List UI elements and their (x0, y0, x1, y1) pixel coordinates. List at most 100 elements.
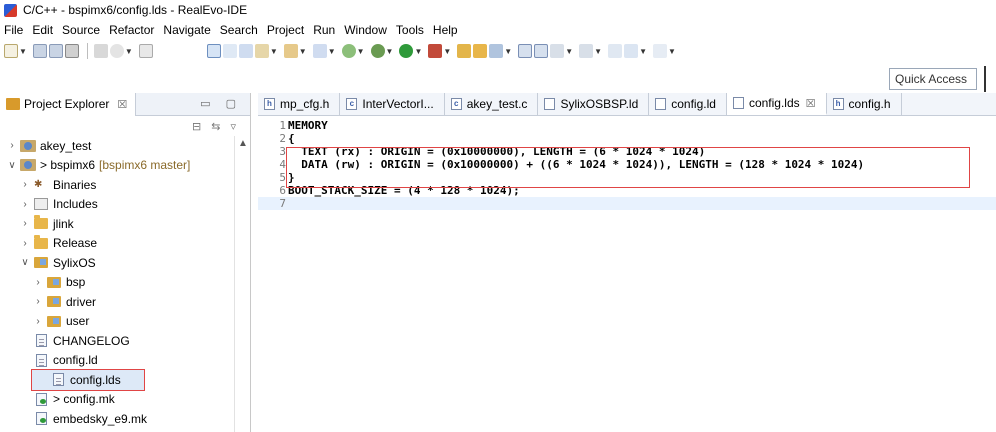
expand-right-icon[interactable]: › (6, 140, 18, 151)
save-all-button[interactable] (48, 42, 63, 60)
menu-navigate[interactable]: Navigate (163, 23, 210, 37)
build-button[interactable] (93, 42, 108, 60)
tree-item-label: Includes (53, 197, 98, 212)
expand-right-icon[interactable]: › (19, 238, 31, 249)
open-type-icon (457, 44, 472, 58)
menu-run[interactable]: Run (313, 23, 335, 37)
prev-annotation-button[interactable]: ▼ (579, 42, 606, 60)
editor-tab[interactable]: c InterVectorI... (340, 93, 445, 115)
line-number: 2 (279, 132, 286, 145)
menu-search[interactable]: Search (220, 23, 258, 37)
run-button[interactable]: ▼ (399, 42, 426, 60)
line-number: 1 (279, 119, 286, 132)
tree-item-label: user (66, 314, 90, 329)
external-tools-button[interactable]: ▼ (428, 42, 455, 60)
tree-item[interactable]: › akey_test (0, 136, 250, 156)
close-icon[interactable]: ☒ (117, 98, 127, 111)
menu-window[interactable]: Window (344, 23, 387, 37)
print-button[interactable] (64, 42, 79, 60)
project-explorer-icon (6, 98, 20, 110)
toolbar-tool-8[interactable] (473, 42, 488, 60)
tree-item[interactable]: config.ld (0, 351, 250, 371)
tree-item-icon (33, 197, 49, 211)
file-icon (35, 353, 47, 367)
toolbar-tool-9[interactable]: ▼ (489, 42, 516, 60)
save-button[interactable] (32, 42, 47, 60)
debug-button[interactable]: ▼ (370, 42, 398, 60)
editor-tab[interactable]: config.lds ☒ (726, 93, 827, 115)
menu-edit[interactable]: Edit (32, 23, 53, 37)
tree-item[interactable]: › driver (0, 292, 250, 312)
tree-item[interactable]: config.lds (31, 369, 145, 391)
collapse-all-icon[interactable]: ⊟ (192, 120, 201, 133)
menu-file[interactable]: File (4, 23, 23, 37)
title-bar: C/C++ - bspimx6/config.lds - RealEvo-IDE (0, 0, 996, 20)
tree-item[interactable]: › ✱ Binaries (0, 175, 250, 195)
code-line: 2{ (258, 132, 996, 145)
link-with-editor-icon[interactable]: ⇆ (211, 120, 220, 133)
view-menu-icon[interactable]: ▿ (230, 120, 236, 133)
build-config-button[interactable]: ▼ (109, 42, 137, 60)
expand-right-icon[interactable]: › (19, 179, 31, 190)
menu-project[interactable]: Project (267, 23, 304, 37)
scroll-up-icon[interactable]: ▲ (238, 138, 248, 149)
expand-right-icon[interactable]: › (19, 218, 31, 229)
tree-item[interactable]: › bsp (0, 273, 250, 293)
show-whitespace-button[interactable] (534, 42, 549, 60)
tree-item[interactable]: CHANGELOG (0, 331, 250, 351)
code-text: { (288, 132, 295, 145)
tree-item-label: akey_test (40, 138, 92, 153)
link-editor-button[interactable] (206, 42, 221, 60)
package-icon (47, 276, 61, 288)
binary-button[interactable] (138, 42, 153, 60)
gear-icon (109, 44, 124, 58)
minimize-maximize-icons[interactable]: ▭ ▢ (200, 97, 242, 110)
toolbar-tool-4[interactable]: ▼ (283, 42, 311, 60)
last-edit-button[interactable] (608, 42, 623, 60)
editor-tab[interactable]: SylixOSBSP.ld (538, 93, 650, 115)
expand-right-icon[interactable]: › (32, 277, 44, 288)
tree-item[interactable]: › user (0, 312, 250, 332)
tree-item[interactable]: > config.mk (0, 390, 250, 410)
new-file-button[interactable]: ▼ (4, 42, 31, 60)
tree-item[interactable]: ∨ > bspimx6 [bspimx6 master] (0, 156, 250, 176)
tree-item[interactable]: embedsky_e9.mk (0, 409, 250, 429)
dropdown-arrow-icon: ▼ (327, 46, 336, 56)
toolbar-tool-1[interactable] (222, 42, 237, 60)
expand-down-icon[interactable]: ∨ (19, 257, 31, 268)
new-class-icon (341, 44, 356, 58)
expand-right-icon[interactable]: › (19, 199, 31, 210)
tree-item[interactable]: › jlink (0, 214, 250, 234)
vertical-scrollbar[interactable]: ▲ (234, 136, 250, 432)
next-annotation-button[interactable]: ▼ (550, 42, 577, 60)
menu-source[interactable]: Source (62, 23, 100, 37)
toolbar-tool-3[interactable]: ▼ (254, 42, 282, 60)
toolbar-tool-2[interactable] (238, 42, 253, 60)
tree-item[interactable]: › Includes (0, 195, 250, 215)
editor-tab[interactable]: h config.h (827, 93, 902, 115)
makefile-icon (35, 392, 47, 406)
file-icon (52, 373, 64, 387)
back-button[interactable]: ▼ (624, 42, 651, 60)
editor-tab[interactable]: c akey_test.c (445, 93, 539, 115)
tree-item[interactable]: › Release (0, 234, 250, 254)
menu-tools[interactable]: Tools (396, 23, 424, 37)
quick-access-field[interactable]: Quick Access (889, 68, 977, 90)
c-source-file-icon: c (450, 98, 462, 110)
expand-down-icon[interactable]: ∨ (6, 160, 18, 171)
editor-tab[interactable]: config.ld (649, 93, 727, 115)
editor-tab[interactable]: h mp_cfg.h (258, 93, 341, 115)
open-folder-icon (473, 44, 488, 58)
menu-refactor[interactable]: Refactor (109, 23, 154, 37)
tab-project-explorer[interactable]: Project Explorer ☒ (0, 92, 137, 116)
toolbar-tool-5[interactable]: ▼ (312, 42, 340, 60)
toolbar-tool-6[interactable]: ▼ (341, 42, 369, 60)
toolbar-tool-7[interactable] (457, 42, 472, 60)
expand-right-icon[interactable]: › (32, 296, 44, 307)
close-icon[interactable]: ☒ (806, 97, 816, 110)
expand-right-icon[interactable]: › (32, 316, 44, 327)
tree-item[interactable]: ∨ SylixOS (0, 253, 250, 273)
toolbar-tool-10[interactable] (518, 42, 533, 60)
forward-button[interactable]: ▼ (652, 42, 680, 60)
menu-help[interactable]: Help (433, 23, 458, 37)
